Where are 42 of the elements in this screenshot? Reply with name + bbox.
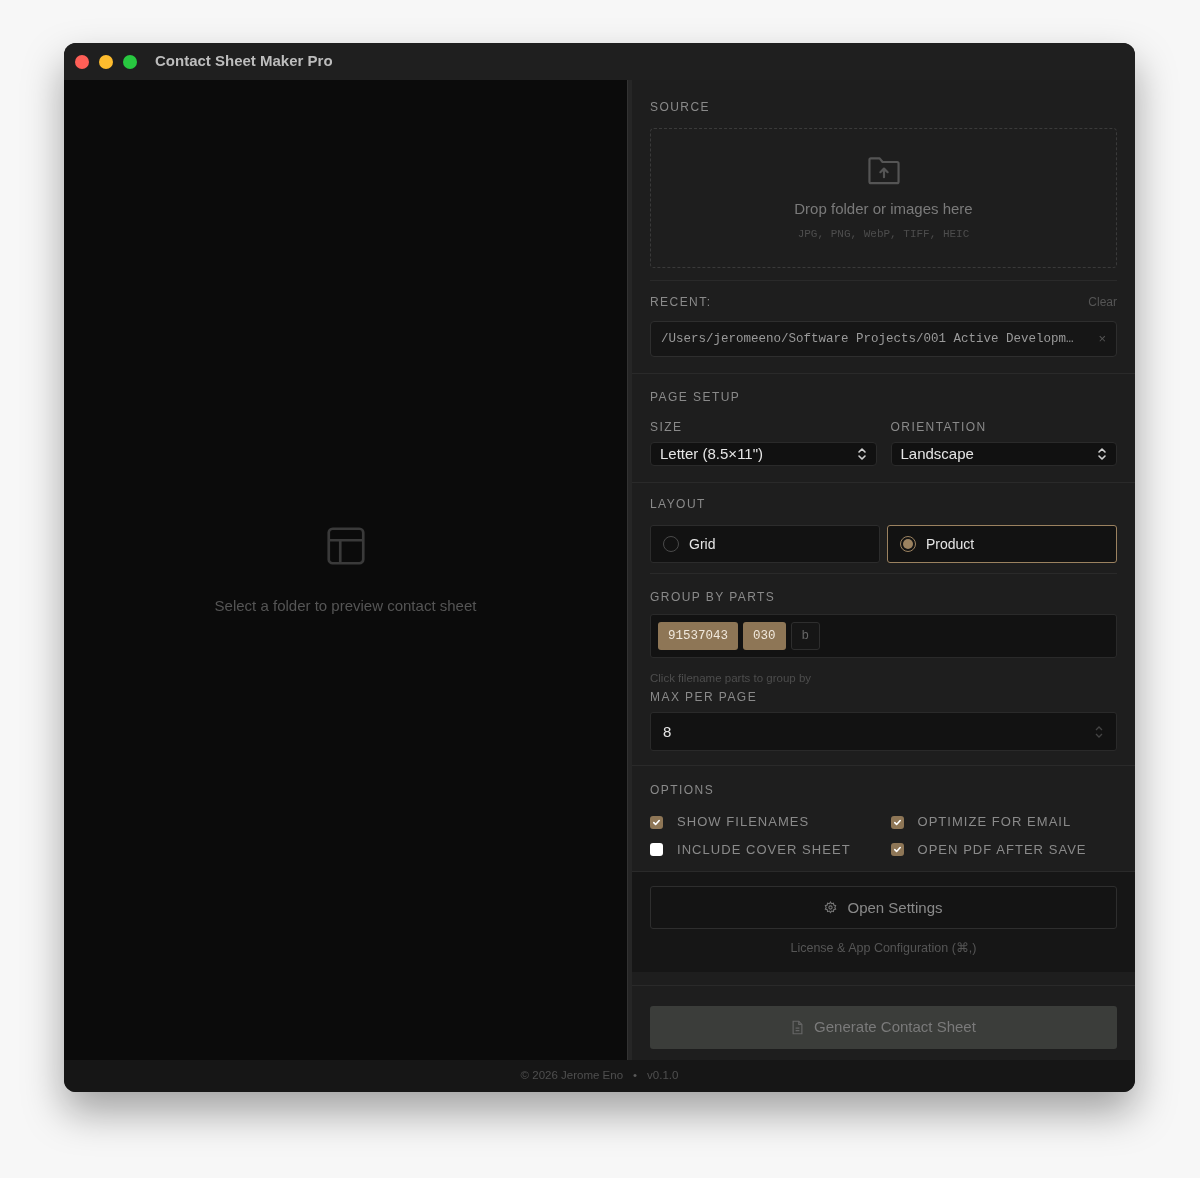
section-label: GROUP BY PARTS xyxy=(650,589,777,606)
open-settings-button[interactable]: Open Settings xyxy=(650,886,1117,930)
size-select[interactable]: Letter (8.5×11") xyxy=(650,442,877,466)
field-label: SIZE xyxy=(650,419,684,436)
empty-message: Select a folder to preview contact sheet xyxy=(214,595,477,616)
section-label: PAGE SETUP xyxy=(650,389,742,406)
window-title: Contact Sheet Maker Pro xyxy=(155,51,333,72)
layout-option[interactable]: Grid xyxy=(650,525,880,563)
recent-label: RECENT: xyxy=(650,294,712,311)
settings-caption: License & App Configuration (⌘,) xyxy=(790,940,977,958)
gear-icon xyxy=(824,901,838,915)
orientation-select[interactable]: Landscape xyxy=(890,442,1117,466)
checkbox[interactable] xyxy=(650,815,663,829)
chevron-updown-icon xyxy=(856,447,867,461)
option-label: OPEN PDF AFTER SAVE xyxy=(917,840,1087,859)
section-label: LAYOUT xyxy=(650,496,707,513)
option-label: SHOW FILENAMES xyxy=(677,813,810,832)
max-per-page-field[interactable]: 8 xyxy=(650,712,1117,752)
recent-path-field[interactable]: /Users/jeromeeno/Software Projects/001 Active Developm… × xyxy=(650,321,1117,357)
separator-dot: • xyxy=(633,1068,638,1084)
field-label: MAX PER PAGE xyxy=(650,689,759,707)
document-icon xyxy=(791,1020,805,1035)
filename-part-chip[interactable]: 91537043 xyxy=(658,622,738,650)
checkbox[interactable] xyxy=(650,843,663,856)
chevron-updown-icon xyxy=(1097,447,1107,461)
layout-option[interactable]: Product xyxy=(887,525,1117,563)
minimize-button[interactable] xyxy=(99,54,113,69)
filename-part-chip[interactable]: b xyxy=(790,622,821,650)
close-button[interactable] xyxy=(75,54,89,69)
checkmark-icon xyxy=(892,845,902,854)
drop-title: Drop folder or images here xyxy=(794,198,973,219)
checkbox[interactable] xyxy=(890,815,904,829)
section-label: SOURCE xyxy=(650,99,711,116)
zoom-button[interactable] xyxy=(123,54,137,69)
field-label: ORIENTATION xyxy=(890,419,988,436)
section-label: OPTIONS xyxy=(650,782,716,800)
checkbox[interactable] xyxy=(890,843,904,856)
filename-part-chip[interactable]: 030 xyxy=(743,622,786,650)
option-label: OPTIMIZE FOR EMAIL xyxy=(917,813,1072,832)
checkmark-icon xyxy=(892,817,902,827)
option-label: INCLUDE COVER SHEET xyxy=(677,840,851,859)
checkmark-icon xyxy=(652,817,661,827)
